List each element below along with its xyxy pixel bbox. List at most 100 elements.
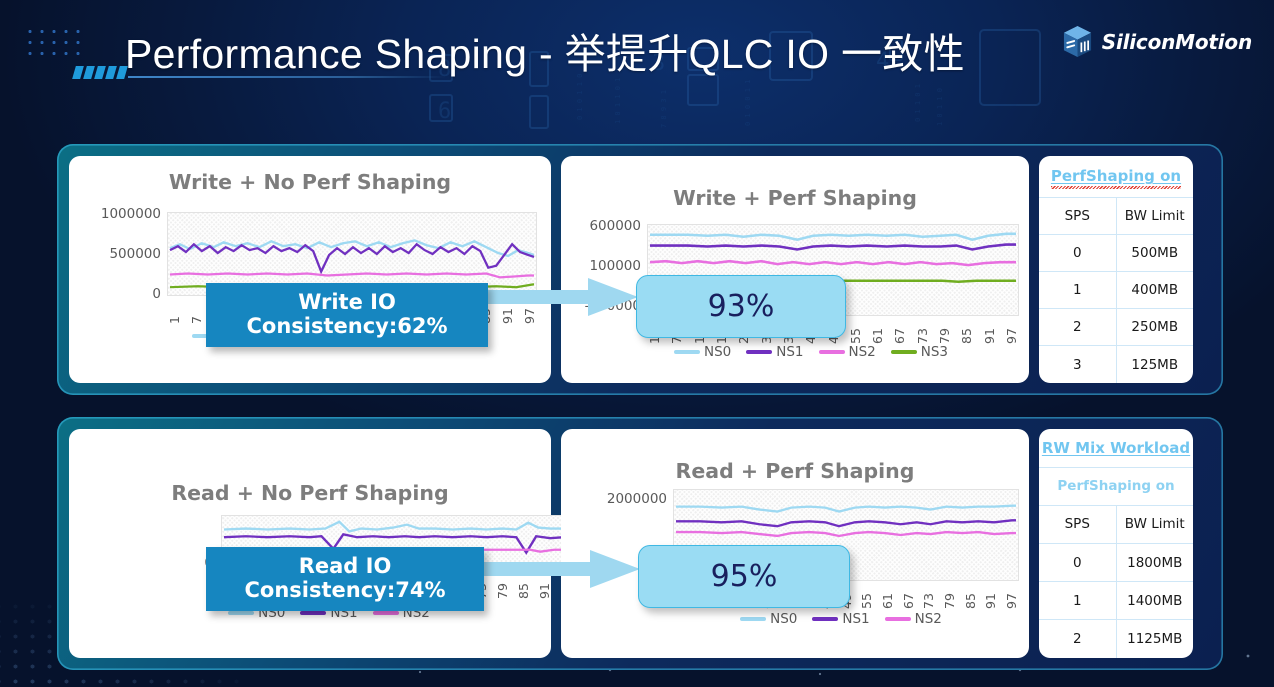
x-tick: 73 [914, 328, 930, 344]
x-tick: 91 [983, 593, 999, 609]
read-shaping-percent-callout[interactable]: 95% [638, 545, 850, 608]
x-tick: 73 [921, 593, 937, 609]
percent-value: 93% [707, 289, 775, 324]
chart-card-read-no-shaping[interactable]: Read + No Perf Shaping 0 1 7 13 19 25 31… [69, 429, 573, 658]
legend-label: NS0 [703, 344, 732, 360]
legend-item: NS1 [746, 344, 804, 360]
cell-bw-limit: 1125MB [1127, 631, 1183, 648]
cell-sps: 2 [1039, 619, 1117, 658]
legend-item: NS0 [740, 611, 797, 627]
read-bw-limit-table-card[interactable]: RW Mix Workload PerfShaping on SPS BW Li… [1039, 429, 1193, 658]
table-row: 2 1125MB [1039, 619, 1193, 658]
cell-bw-limit: 250MB [1116, 308, 1193, 347]
cell-sps: 3 [1039, 345, 1117, 383]
legend-item: NS2 [818, 344, 876, 360]
legend-swatch-ns1 [746, 350, 773, 354]
table-row: 0 1800MB [1039, 543, 1193, 583]
write-io-consistency-callout[interactable]: Write IO Consistency:62% [206, 283, 488, 347]
legend-swatch-ns2 [372, 611, 399, 615]
cell-sps: 2 [1039, 308, 1117, 347]
x-tick: 55 [859, 593, 875, 609]
chart-card-write-no-shaping[interactable]: Write + No Perf Shaping 1000000 500000 0… [69, 156, 551, 383]
legend-label: NS3 [920, 344, 949, 360]
percent-value: 95% [710, 559, 778, 594]
table-header-row: SPS BW Limit [1039, 197, 1193, 235]
read-bw-limit-table: RW Mix Workload PerfShaping on SPS BW Li… [1039, 429, 1193, 658]
legend-swatch-ns0 [673, 350, 700, 354]
x-tick: 85 [959, 328, 975, 344]
chart-title: Read + Perf Shaping [675, 459, 915, 483]
column-header-bw-limit: BW Limit [1116, 505, 1193, 544]
table-row: 1 1400MB [1039, 581, 1193, 621]
x-tick: 7 [189, 316, 205, 324]
legend-label: NS2 [848, 344, 876, 360]
chart-legend: NS0 NS1 NS2 [671, 611, 1011, 627]
x-tick: 55 [847, 328, 863, 344]
cell-bw-limit: 1400MB [1116, 581, 1193, 621]
write-bw-limit-table: PerfShaping on SPS BW Limit 0 500MB 1 40… [1039, 156, 1193, 383]
cell-sps: 0 [1039, 234, 1117, 273]
brand-logo: SiliconMotion [1062, 25, 1252, 58]
write-bw-limit-table-card[interactable]: PerfShaping on SPS BW Limit 0 500MB 1 40… [1039, 156, 1193, 383]
table-caption-row: RW Mix Workload [1039, 429, 1193, 468]
table-header-row: SPS BW Limit [1039, 505, 1193, 544]
legend-swatch-ns1 [812, 617, 839, 621]
y-tick-label: 600000 [589, 218, 641, 234]
brand-name: SiliconMotion [1101, 29, 1252, 54]
page-title: Performance Shaping - 举提升QLC IO 一致性 [125, 31, 965, 77]
x-tick: 79 [937, 328, 953, 344]
x-tick: 79 [941, 593, 957, 609]
x-tick: 1 [167, 316, 182, 324]
cell-bw-limit: 125MB [1131, 356, 1179, 373]
legend-swatch-ns0 [740, 617, 767, 621]
legend-item: NS1 [812, 611, 870, 627]
y-tick-label: 1000000 [100, 206, 161, 222]
slide-header: Performance Shaping - 举提升QLC IO 一致性 Sili… [0, 0, 1274, 118]
chart-card-write-shaping[interactable]: Write + Perf Shaping 600000 100000 -4000… [561, 156, 1029, 383]
title-accent-bar-decoration [72, 66, 130, 79]
table-caption: RW Mix Workload [1041, 438, 1191, 457]
y-tick-label: 0 [129, 555, 213, 571]
legend-swatch-ns2 [884, 617, 911, 621]
legend-swatch-ns3 [890, 350, 917, 354]
read-io-consistency-callout[interactable]: Read IO Consistency:74% [206, 547, 484, 611]
chart-title: Write + No Perf Shaping [168, 170, 452, 194]
chart-title: Write + Perf Shaping [673, 186, 917, 210]
x-tick: 61 [870, 328, 886, 344]
x-tick: 67 [892, 328, 908, 344]
y-tick-label: 0 [152, 286, 161, 302]
legend-item: NS0 [673, 344, 732, 360]
chart-card-read-shaping[interactable]: Read + Perf Shaping 2000000 1 7 13 19 25… [561, 429, 1029, 658]
table-subcaption-row: PerfShaping on [1039, 467, 1193, 506]
write-panel: Write + No Perf Shaping 1000000 500000 0… [57, 144, 1223, 395]
table-row: 0 500MB [1039, 234, 1193, 273]
column-header-bw-limit: BW Limit [1116, 197, 1193, 235]
y-tick-label: 2000000 [606, 491, 667, 507]
callout-line-2: Consistency:62% [246, 313, 448, 338]
legend-swatch-ns1 [300, 611, 327, 615]
callout-line-2: Consistency:74% [244, 577, 446, 602]
legend-swatch-ns2 [818, 350, 845, 354]
y-tick-label: 500000 [109, 246, 161, 262]
x-tick: 97 [1004, 593, 1019, 609]
legend-label: NS1 [842, 611, 870, 627]
x-tick: 61 [879, 593, 895, 609]
table-row: 1 400MB [1039, 271, 1193, 310]
x-tick: 85 [962, 593, 978, 609]
legend-label: NS0 [770, 611, 798, 627]
chart-legend: NS0 NS1 NS2 NS3 [611, 344, 1011, 360]
write-shaping-percent-callout[interactable]: 93% [636, 275, 846, 338]
x-tick: 67 [900, 593, 916, 609]
legend-label: NS1 [776, 344, 804, 360]
table-caption: PerfShaping on [1050, 167, 1182, 190]
x-tick: 97 [1004, 328, 1019, 344]
legend-label: NS2 [914, 611, 942, 627]
callout-line-1: Read IO [298, 554, 392, 578]
cell-bw-limit: 400MB [1116, 271, 1193, 310]
cube-logo-icon [1063, 26, 1091, 57]
column-header-sps: SPS [1039, 197, 1117, 235]
y-tick-label: 100000 [589, 258, 641, 274]
table-row: 3 125MB [1039, 345, 1193, 383]
table-caption-row: PerfShaping on [1039, 156, 1193, 198]
flow-arrow-read [462, 550, 640, 588]
